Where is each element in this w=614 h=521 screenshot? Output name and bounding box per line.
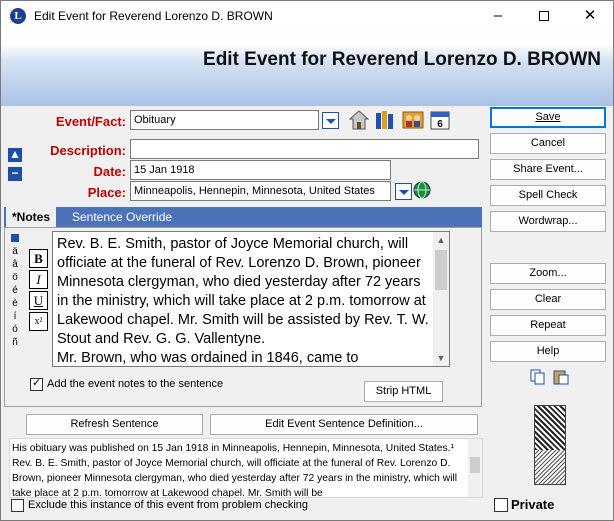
close-button[interactable]: ✕	[567, 1, 613, 32]
date-label: Date:	[93, 164, 126, 179]
scroll-down-icon[interactable]: ▼	[433, 350, 449, 366]
place-label: Place:	[87, 185, 126, 200]
calendar-icon[interactable]: 6	[429, 109, 451, 131]
event-fact-field[interactable]: Obituary	[130, 110, 319, 130]
char-menu-icon[interactable]	[11, 234, 19, 242]
globe-icon[interactable]	[413, 181, 431, 199]
person-photo-thumbnail[interactable]	[534, 405, 566, 485]
special-char-o-umlaut[interactable]: ö	[8, 271, 22, 284]
private-checkbox[interactable]	[494, 498, 508, 512]
spell-check-button[interactable]: Spell Check	[490, 185, 606, 206]
special-char-i-acute[interactable]: í	[8, 310, 22, 323]
clear-button[interactable]: Clear	[490, 289, 606, 310]
copy-icon[interactable]	[530, 369, 546, 385]
paste-icon[interactable]	[553, 369, 569, 385]
save-button[interactable]: Save	[490, 107, 606, 128]
scroll-up-icon[interactable]: ▲	[433, 232, 449, 248]
sentence-scroll-thumb[interactable]	[470, 457, 480, 473]
photo-texture	[535, 450, 565, 484]
notes-tab-bar: *Notes Sentence Override	[4, 207, 482, 227]
people-icon[interactable]	[402, 109, 424, 131]
tab-sentence-override[interactable]: Sentence Override	[66, 207, 178, 227]
special-char-e-acute[interactable]: é	[8, 284, 22, 297]
exclude-label: Exclude this instance of this event from…	[28, 499, 309, 511]
sentence-scrollbar[interactable]	[468, 439, 482, 497]
event-fact-dropdown-button[interactable]	[322, 112, 339, 129]
sentence-preview-text: His obituary was published on 15 Jan 191…	[12, 443, 458, 498]
add-notes-label: Add the event notes to the sentence	[47, 378, 224, 390]
app-logo-icon: L	[10, 8, 26, 24]
edit-event-window: L Edit Event for Reverend Lorenzo D. BRO…	[0, 0, 614, 521]
italic-button[interactable]: I	[29, 270, 48, 289]
tab-notes[interactable]: *Notes	[6, 207, 57, 227]
date-field[interactable]: 15 Jan 1918	[130, 160, 391, 180]
special-char-a-umlaut[interactable]: ä	[8, 245, 22, 258]
special-char-e-grave[interactable]: è	[8, 297, 22, 310]
special-char-o-acute[interactable]: ó	[8, 323, 22, 336]
description-field[interactable]	[130, 139, 479, 159]
move-down-button[interactable]: −	[8, 167, 22, 181]
calendar-day-text: 6	[437, 119, 443, 130]
page-title: Edit Event for Reverend Lorenzo D. BROWN	[203, 49, 601, 70]
place-dropdown-button[interactable]	[395, 183, 412, 200]
strip-html-button[interactable]: Strip HTML	[364, 381, 443, 402]
wordwrap-button[interactable]: Wordwrap...	[490, 211, 606, 232]
save-button-label: Save	[535, 111, 561, 123]
sentence-preview: His obituary was published on 15 Jan 191…	[9, 438, 483, 498]
bold-button[interactable]: B	[29, 249, 48, 268]
window-title: Edit Event for Reverend Lorenzo D. BROWN	[34, 9, 273, 23]
edit-sentence-definition-button[interactable]: Edit Event Sentence Definition...	[210, 414, 478, 435]
private-label: Private	[511, 497, 555, 512]
event-fact-label: Event/Fact:	[55, 114, 126, 129]
special-characters-column: ä â ö é è í ó ñ	[8, 232, 22, 349]
help-button[interactable]: Help	[490, 341, 606, 362]
share-event-button[interactable]: Share Event...	[490, 159, 606, 180]
header-banner: Edit Event for Reverend Lorenzo D. BROWN	[1, 32, 613, 106]
cancel-button[interactable]: Cancel	[490, 133, 606, 154]
title-bar: L Edit Event for Reverend Lorenzo D. BRO…	[1, 1, 613, 32]
notes-text: Rev. B. E. Smith, pastor of Joyce Memori…	[57, 236, 429, 366]
superscript-button[interactable]: x²	[29, 312, 48, 331]
special-char-n-tilde[interactable]: ñ	[8, 336, 22, 349]
zoom-button[interactable]: Zoom...	[490, 263, 606, 284]
special-char-a-circumflex[interactable]: â	[8, 258, 22, 271]
move-up-button[interactable]: ▲	[8, 148, 22, 162]
scroll-thumb[interactable]	[435, 250, 447, 290]
refresh-sentence-button[interactable]: Refresh Sentence	[26, 414, 203, 435]
description-label: Description:	[50, 143, 126, 158]
maximize-button[interactable]	[521, 1, 567, 32]
repeat-button[interactable]: Repeat	[490, 315, 606, 336]
books-icon[interactable]	[374, 109, 396, 131]
place-field[interactable]: Minneapolis, Hennepin, Minnesota, United…	[130, 181, 391, 201]
minimize-button[interactable]: –	[475, 1, 521, 32]
house-icon[interactable]	[348, 109, 370, 131]
notes-scrollbar[interactable]: ▲ ▼	[433, 232, 449, 366]
underline-button[interactable]: U	[29, 291, 48, 310]
notes-panel: ä â ö é è í ó ñ B I U x² Rev. B. E. Smit…	[4, 227, 482, 407]
notes-textarea[interactable]: Rev. B. E. Smith, pastor of Joyce Memori…	[52, 231, 450, 367]
add-notes-checkbox[interactable]	[30, 376, 43, 391]
exclude-checkbox[interactable]	[11, 499, 24, 512]
